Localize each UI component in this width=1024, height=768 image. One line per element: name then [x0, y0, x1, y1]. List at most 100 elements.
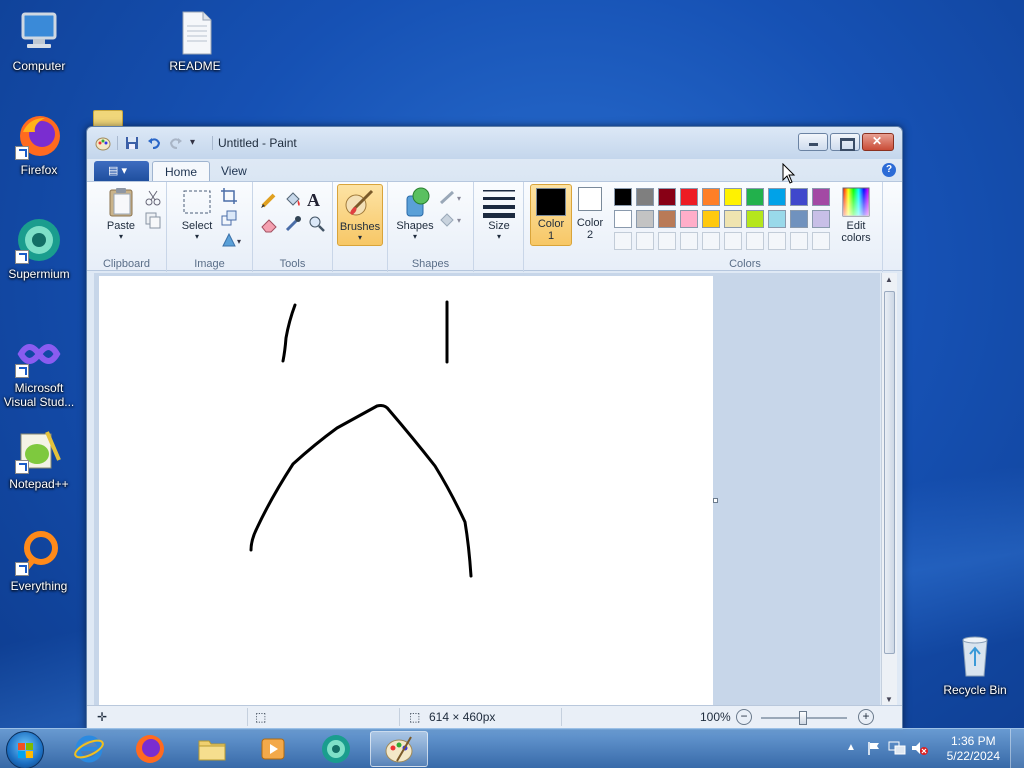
- minimize-button[interactable]: [798, 133, 828, 151]
- zoom-out-button[interactable]: −: [736, 709, 752, 725]
- paste-button[interactable]: Paste ▾: [101, 186, 141, 241]
- color-swatch[interactable]: [812, 188, 830, 206]
- shapes-button[interactable]: Shapes ▾: [394, 186, 436, 241]
- fill-icon[interactable]: ▾: [438, 210, 466, 230]
- desktop-icon-everything[interactable]: Everything: [0, 528, 78, 593]
- color-swatch[interactable]: [724, 188, 742, 206]
- help-icon[interactable]: ?: [882, 163, 896, 177]
- custom-color-slot[interactable]: [724, 232, 742, 250]
- canvas-size: 614 × 460px: [429, 710, 496, 724]
- color2-swatch: [578, 187, 602, 211]
- color-swatch[interactable]: [702, 210, 720, 228]
- custom-color-slot[interactable]: [658, 232, 676, 250]
- action-center-flag-icon[interactable]: [866, 740, 882, 761]
- volume-muted-icon[interactable]: [910, 740, 928, 761]
- custom-color-slot[interactable]: [680, 232, 698, 250]
- network-icon[interactable]: [888, 740, 906, 761]
- redo-icon[interactable]: [168, 135, 184, 151]
- custom-color-slot[interactable]: [768, 232, 786, 250]
- paint-app-icon[interactable]: [95, 135, 111, 151]
- show-desktop-button[interactable]: [1010, 729, 1024, 768]
- desktop-icon-supermium[interactable]: Supermium: [0, 216, 78, 281]
- desktop-icon-computer[interactable]: Computer: [0, 8, 78, 73]
- custom-color-slot[interactable]: [614, 232, 632, 250]
- color-swatch[interactable]: [680, 210, 698, 228]
- close-button[interactable]: [862, 133, 894, 151]
- eraser-icon[interactable]: [259, 214, 279, 234]
- custom-color-slot[interactable]: [746, 232, 764, 250]
- outline-icon[interactable]: ▾: [438, 188, 466, 208]
- magnifier-icon[interactable]: [307, 214, 327, 234]
- color-swatch[interactable]: [658, 188, 676, 206]
- maximize-button[interactable]: [830, 133, 860, 151]
- resize-icon[interactable]: [219, 208, 239, 228]
- rotate-icon[interactable]: ▾: [219, 230, 245, 250]
- tab-home[interactable]: Home: [152, 161, 211, 181]
- color-swatch[interactable]: [746, 210, 764, 228]
- taskbar-supermium[interactable]: [309, 731, 363, 767]
- desktop-icon-label: Computer: [12, 59, 66, 73]
- desktop-icon-notepadpp[interactable]: Notepad++: [0, 426, 78, 491]
- desktop-icon-recycle-bin[interactable]: Recycle Bin: [936, 632, 1014, 697]
- scrollbar-thumb[interactable]: [884, 291, 895, 654]
- quick-access-toolbar: ▾: [95, 135, 213, 151]
- desktop-icon-label: Everything: [10, 579, 68, 593]
- color-swatch[interactable]: [790, 210, 808, 228]
- custom-color-slot[interactable]: [790, 232, 808, 250]
- color-swatch[interactable]: [790, 188, 808, 206]
- drawing-canvas[interactable]: [99, 276, 713, 706]
- taskbar-internet-explorer[interactable]: [62, 731, 116, 767]
- start-button[interactable]: [6, 731, 44, 768]
- selection-size-icon: ⬚: [255, 710, 267, 724]
- stroke-left-eye: [281, 303, 297, 363]
- color-swatch[interactable]: [746, 188, 764, 206]
- custom-color-slot[interactable]: [636, 232, 654, 250]
- color-swatch[interactable]: [702, 188, 720, 206]
- desktop-icon-visual-studio[interactable]: Microsoft Visual Stud...: [0, 330, 78, 409]
- taskbar-firefox[interactable]: [123, 731, 177, 767]
- color-swatch[interactable]: [614, 188, 632, 206]
- color-swatch[interactable]: [768, 188, 786, 206]
- undo-icon[interactable]: [146, 135, 162, 151]
- tab-view[interactable]: View: [209, 161, 259, 181]
- pencil-icon[interactable]: [259, 190, 279, 210]
- custom-color-slot[interactable]: [812, 232, 830, 250]
- clock[interactable]: 1:36 PM 5/22/2024: [947, 734, 1000, 764]
- paint-menu-button[interactable]: [94, 161, 149, 181]
- color-swatch[interactable]: [614, 210, 632, 228]
- save-icon[interactable]: [124, 135, 140, 151]
- taskbar-media-player[interactable]: [246, 731, 300, 767]
- rainbow-icon: [840, 186, 872, 218]
- crop-icon[interactable]: [219, 186, 239, 206]
- color-swatch[interactable]: [636, 188, 654, 206]
- zoom-slider-thumb[interactable]: [799, 711, 807, 725]
- copy-icon[interactable]: [143, 210, 163, 230]
- taskbar-paint[interactable]: [370, 731, 428, 767]
- color-swatch[interactable]: [658, 210, 676, 228]
- colors-group-label: Colors: [729, 258, 761, 270]
- desktop-icon-firefox[interactable]: Firefox: [0, 112, 78, 177]
- size-button[interactable]: Size ▾: [480, 186, 518, 241]
- customize-qa-chevron-icon[interactable]: ▾: [190, 135, 206, 151]
- fill-bucket-icon[interactable]: [283, 190, 303, 210]
- color2-button[interactable]: Color 2: [574, 187, 606, 241]
- color-swatch[interactable]: [636, 210, 654, 228]
- select-button[interactable]: Select ▾: [177, 186, 217, 241]
- canvas-resize-handle[interactable]: [713, 498, 718, 503]
- color-swatch[interactable]: [768, 210, 786, 228]
- color-swatch[interactable]: [680, 188, 698, 206]
- text-tool-icon[interactable]: A: [307, 190, 327, 210]
- custom-color-slot[interactable]: [702, 232, 720, 250]
- color-swatch[interactable]: [812, 210, 830, 228]
- cut-icon[interactable]: [143, 188, 163, 208]
- vertical-scrollbar[interactable]: ▲ ▼: [881, 273, 897, 706]
- color-swatch[interactable]: [724, 210, 742, 228]
- taskbar-explorer[interactable]: [185, 731, 239, 767]
- show-hidden-icons-chevron-icon[interactable]: ▲: [846, 742, 856, 753]
- color-picker-icon[interactable]: [283, 214, 303, 234]
- edit-colors-button[interactable]: Edit colors: [834, 186, 878, 244]
- brushes-button[interactable]: Brushes ▾: [337, 184, 383, 246]
- desktop-icon-readme[interactable]: README: [156, 8, 234, 73]
- color1-button[interactable]: Color 1: [530, 184, 572, 246]
- zoom-in-button[interactable]: +: [858, 709, 874, 725]
